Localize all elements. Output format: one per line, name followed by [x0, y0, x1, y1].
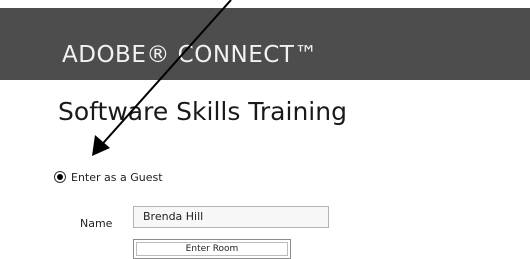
- guest-radio[interactable]: [54, 171, 66, 183]
- name-label: Name: [80, 217, 113, 230]
- header-bar: ADOBE® CONNECT™: [0, 8, 530, 80]
- radio-selected-dot: [57, 174, 63, 180]
- guest-option[interactable]: Enter as a Guest: [54, 169, 163, 185]
- guest-radio-label[interactable]: Enter as a Guest: [71, 171, 163, 184]
- page-title: Software Skills Training: [58, 97, 347, 126]
- name-input[interactable]: Brenda Hill: [133, 206, 329, 228]
- enter-room-button[interactable]: Enter Room: [133, 239, 291, 259]
- brand-logo: ADOBE® CONNECT™: [62, 42, 318, 68]
